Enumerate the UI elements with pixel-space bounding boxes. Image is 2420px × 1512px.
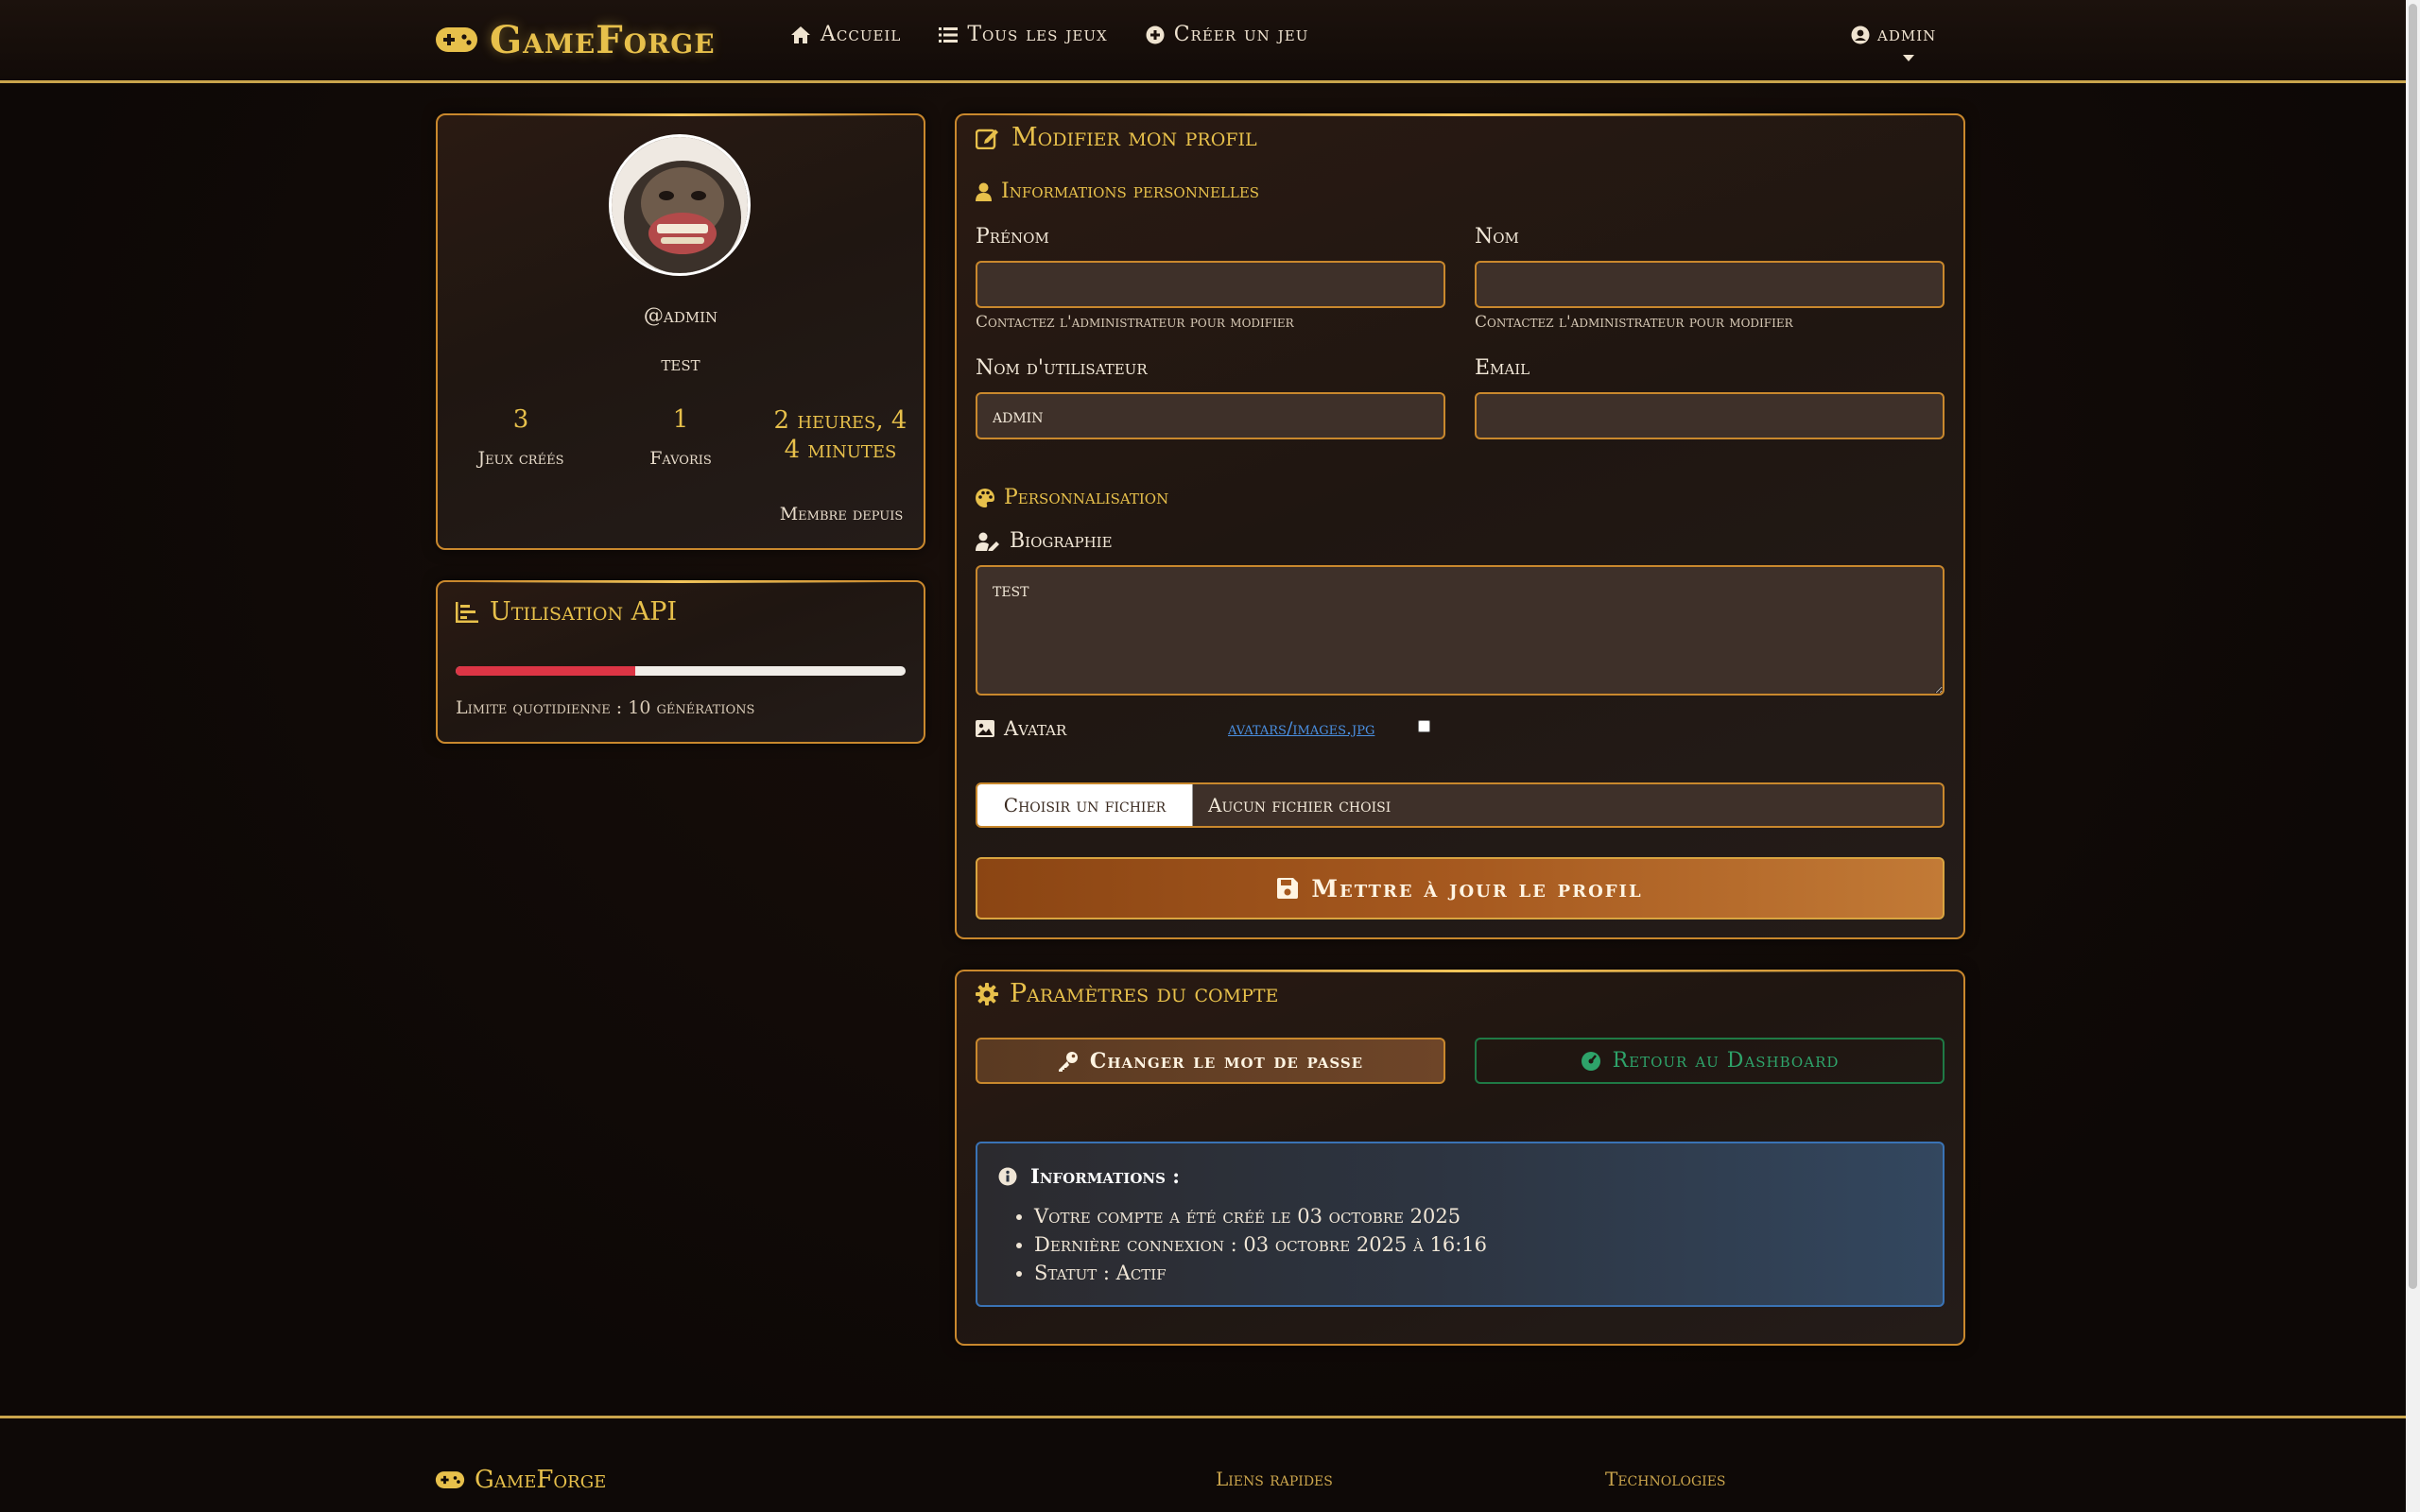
account-settings-title: Paramètres du compte (976, 979, 1278, 1008)
bio-textarea[interactable]: test (976, 565, 1945, 696)
gamepad-icon (436, 27, 477, 52)
last-name-help: Contactez l'administrateur pour modifier (1475, 313, 1793, 332)
caret-down-icon[interactable] (1903, 55, 1914, 61)
api-usage-progress-fill (456, 666, 636, 676)
personal-info-section-text: Informations personnelles (1001, 180, 1260, 203)
footer-technologies-heading: Technologies (1605, 1468, 1726, 1490)
avatar-label-text: Avatar (1004, 717, 1067, 740)
account-info-last-login: Dernière connexion : 03 octobre 2025 à 1… (1034, 1230, 1487, 1259)
nav-create-game-label: Créer un jeu (1173, 23, 1309, 46)
first-name-field[interactable] (976, 261, 1445, 308)
avatar-clear-checkbox[interactable] (1418, 720, 1430, 732)
user-menu[interactable]: admin (1851, 23, 1936, 46)
account-info-box: Informations : Votre compte a été créé l… (976, 1142, 1945, 1307)
nav-home[interactable]: Accueil (790, 23, 901, 46)
scrollbar[interactable] (2406, 0, 2420, 1512)
api-title-text: Utilisation API (490, 597, 678, 627)
stat-member-since-label: Membre depuis (779, 504, 904, 524)
account-info-list: Votre compte a été créé le 03 octobre 20… (1034, 1202, 1487, 1287)
nav-all-games[interactable]: Tous les jeux (939, 23, 1107, 46)
customization-section-text: Personnalisation (1004, 486, 1169, 509)
edit-profile-title-text: Modifier mon profil (1011, 123, 1257, 152)
account-info-created: Votre compte a été créé le 03 octobre 20… (1034, 1202, 1487, 1230)
nav-all-games-label: Tous les jeux (967, 23, 1108, 46)
user-icon (976, 182, 992, 201)
navbar: GameForge Accueil Tous les jeux Créer un… (0, 0, 2406, 83)
list-icon (939, 26, 959, 43)
avatar-label: Avatar (976, 717, 1066, 740)
change-password-button-label: Changer le mot de passe (1089, 1048, 1364, 1074)
api-title: Utilisation API (456, 597, 677, 627)
stat-favorites-value: 1 (672, 405, 689, 434)
nav-create-game[interactable]: Créer un jeu (1146, 23, 1309, 46)
gauge-icon (1581, 1051, 1600, 1071)
profile-username: @admin (643, 304, 718, 327)
user-menu-label: admin (1877, 23, 1937, 46)
choose-file-button[interactable]: Choisir un fichier (977, 784, 1193, 826)
key-icon (1058, 1051, 1078, 1072)
gamepad-icon (435, 1471, 465, 1488)
stat-games-value: 3 (512, 405, 529, 434)
scrollbar-thumb[interactable] (2409, 4, 2417, 1289)
palette-icon (976, 488, 994, 507)
personal-info-section: Informations personnelles (976, 180, 1259, 203)
api-usage-progress (456, 666, 906, 676)
account-info-title-text: Informations : (1030, 1164, 1180, 1188)
brand-logo[interactable]: GameForge (435, 17, 716, 62)
update-profile-button[interactable]: Mettre à jour le profil (976, 857, 1945, 919)
chart-bar-icon (456, 601, 478, 623)
info-circle-icon (998, 1167, 1017, 1185)
avatar-file-input[interactable]: Choisir un fichier Aucun fichier choisi (976, 782, 1945, 828)
email-label: Email (1475, 356, 1530, 380)
avatar-current-link[interactable]: avatars/images.jpg (1228, 718, 1374, 739)
change-password-button[interactable]: Changer le mot de passe (976, 1038, 1445, 1084)
profile-bio: test (661, 352, 700, 375)
avatar (609, 134, 751, 276)
stat-member-since-value: 2 heures, 44 minutes (773, 406, 908, 464)
file-chosen-text: Aucun fichier choisi (1208, 794, 1392, 816)
stat-games-label: Jeux créés (477, 448, 564, 469)
account-settings-title-text: Paramètres du compte (1010, 979, 1279, 1008)
last-name-label: Nom (1475, 225, 1519, 249)
customization-section: Personnalisation (976, 486, 1168, 509)
first-name-help: Contactez l'administrateur pour modifier (976, 313, 1294, 332)
stat-favorites-label: Favoris (649, 448, 712, 469)
bio-label: Biographie (976, 529, 1113, 553)
account-info-status: Statut : Actif (1034, 1259, 1487, 1287)
username-field[interactable] (976, 392, 1445, 439)
footer-brand[interactable]: GameForge (435, 1466, 606, 1494)
update-profile-button-label: Mettre à jour le profil (1311, 874, 1643, 902)
save-icon (1277, 878, 1299, 899)
footer-brand-name: GameForge (475, 1466, 607, 1494)
edit-icon (976, 129, 998, 149)
chimp-avatar-image (612, 137, 748, 273)
last-name-field[interactable] (1475, 261, 1945, 308)
email-field[interactable] (1475, 392, 1945, 439)
back-dashboard-button-label: Retour au Dashboard (1612, 1049, 1840, 1073)
edit-profile-title: Modifier mon profil (976, 123, 1257, 152)
user-edit-icon (976, 532, 999, 551)
footer: GameForge Liens rapides Technologies (0, 1416, 2406, 1512)
home-icon (791, 26, 810, 43)
footer-quick-links-heading: Liens rapides (1216, 1468, 1333, 1490)
api-limit-text: Limite quotidienne : 10 générations (456, 697, 755, 718)
nav-home-label: Accueil (821, 23, 902, 46)
plus-circle-icon (1146, 26, 1165, 43)
image-icon (976, 720, 994, 737)
first-name-label: Prénom (976, 225, 1049, 249)
back-dashboard-button[interactable]: Retour au Dashboard (1475, 1038, 1945, 1084)
username-label: Nom d'utilisateur (976, 356, 1148, 380)
brand-name: GameForge (490, 17, 716, 62)
bio-label-text: Biographie (1010, 529, 1113, 553)
user-circle-icon (1851, 26, 1870, 43)
account-info-title: Informations : (998, 1164, 1180, 1188)
gear-icon (976, 982, 998, 1005)
